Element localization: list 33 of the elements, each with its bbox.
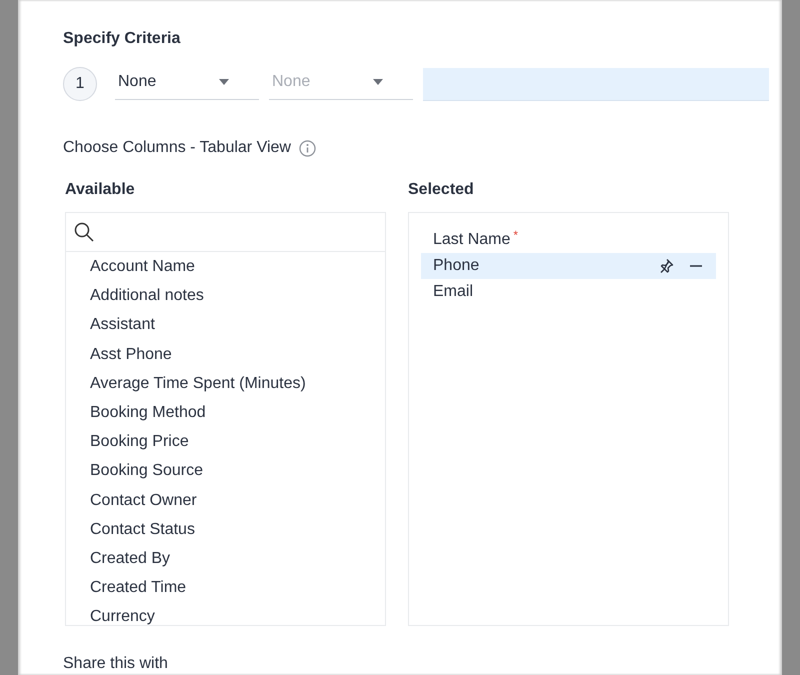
available-item[interactable]: Asst Phone [66, 340, 385, 369]
required-mark: * [513, 228, 518, 242]
section-title: Specify Criteria [63, 30, 182, 48]
criteria-number: 1 [63, 67, 97, 101]
pin-icon[interactable] [658, 258, 674, 274]
available-item[interactable]: Booking Method [66, 398, 385, 428]
item-label: Phone [433, 257, 480, 275]
column-heading: Available [65, 181, 136, 199]
available-item[interactable]: Additional notes [66, 281, 385, 310]
caret-icon [373, 78, 383, 84]
search-icon [74, 222, 94, 242]
section-label: Choose Columns - Tabular View [63, 139, 291, 157]
available-item[interactable]: Booking Price [66, 427, 385, 456]
field-dropdown[interactable]: None [115, 68, 259, 100]
value-field[interactable] [423, 68, 769, 100]
available-item[interactable]: Created By [66, 544, 385, 574]
info-icon[interactable] [298, 140, 316, 156]
available-item[interactable]: Created Time [66, 573, 385, 602]
selected-item[interactable]: Email [421, 279, 716, 305]
selected-item[interactable]: Phone [421, 253, 716, 279]
section-label: Share this with [63, 655, 169, 673]
available-item[interactable]: Assistant [66, 310, 385, 340]
available-item[interactable]: Average Time Spent (Minutes) [66, 368, 385, 398]
column-heading: Selected [408, 181, 475, 199]
available-item[interactable]: Contact Status [66, 514, 385, 544]
available-item[interactable]: Contact Owner [66, 486, 385, 515]
item-label: Email [433, 283, 474, 301]
available-item[interactable]: Account Name [66, 252, 385, 282]
available-item[interactable]: Currency [66, 602, 385, 625]
caret-icon [219, 78, 229, 84]
available-item[interactable]: Booking Source [66, 456, 385, 486]
selected-item[interactable]: Last Name * [421, 227, 716, 253]
item-label: Last Name [433, 231, 510, 249]
